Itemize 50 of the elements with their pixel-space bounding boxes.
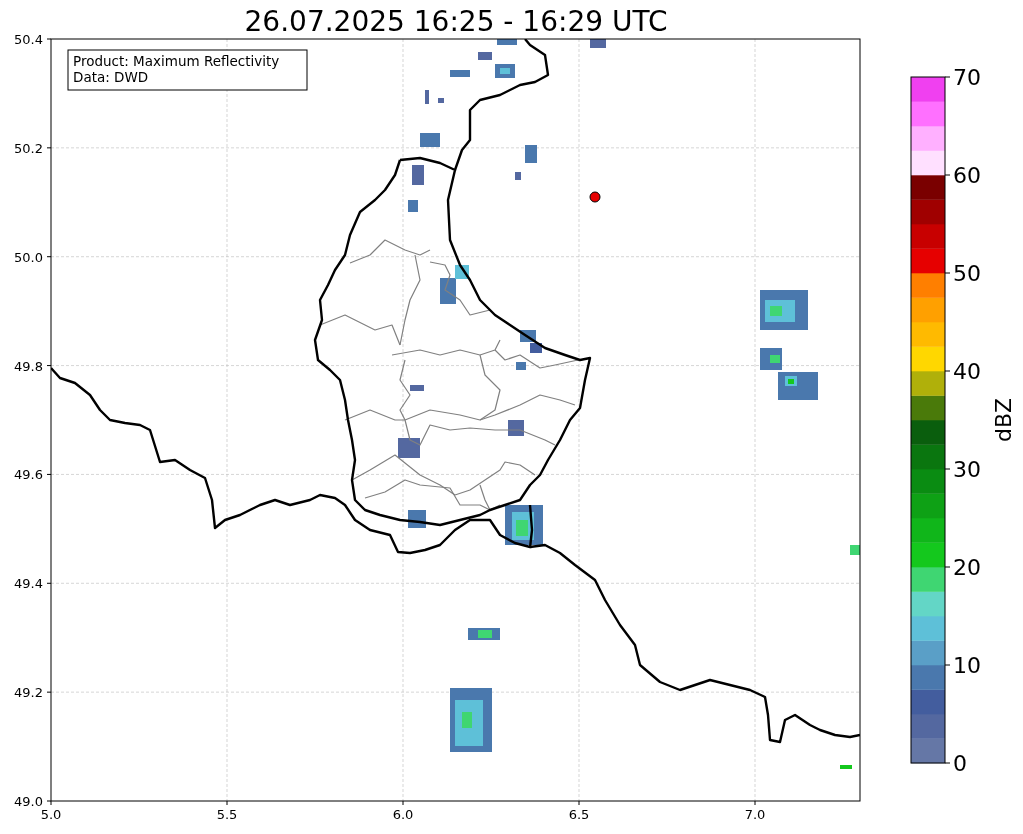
radar-echo (778, 372, 818, 400)
axis-tick-label: 50.2 (14, 140, 43, 156)
location-marker (589, 191, 601, 203)
axis-tick-label: 7.0 (744, 807, 766, 822)
info-text: Data: DWD (73, 69, 149, 85)
axis-tick-label: 6.5 (568, 807, 590, 822)
radar-echo (525, 145, 537, 163)
axis-tick-label: 50.4 (14, 32, 43, 47)
radar-echo (425, 90, 429, 104)
axis-tick-label: 49.2 (14, 685, 43, 701)
axis-tick-label: 6.0 (392, 807, 414, 822)
axis-tick-label: 5.5 (216, 807, 238, 822)
info-text: Product: Maximum Reflectivity (73, 53, 280, 69)
radar-echo (505, 505, 543, 545)
colorbar-tick-label: 60 (953, 163, 981, 188)
colorbar-tick-label: 10 (953, 653, 981, 678)
colorbar-tick-label: 70 (953, 65, 981, 90)
radar-echo (850, 545, 860, 555)
radar-echo (478, 52, 492, 60)
radar-echo (515, 172, 521, 180)
colorbar-tick-label: 40 (953, 359, 981, 384)
radar-echo (408, 200, 418, 212)
radar-echo (450, 688, 492, 752)
colorbar-label: dBZ (991, 397, 1016, 443)
radar-echo (590, 39, 606, 48)
radar-echo (410, 385, 424, 391)
axis-tick-label: 50.0 (14, 249, 43, 265)
radar-echo (398, 438, 420, 458)
axis-tick-label: 49.4 (14, 576, 43, 592)
colorbar-tick-label: 20 (953, 555, 981, 580)
colorbar-tick-label: 0 (953, 751, 967, 776)
radar-echo (760, 290, 808, 330)
axis-tick-label: 49.8 (14, 358, 43, 374)
radar-echo (760, 348, 782, 370)
axis-tick-label: 49.0 (14, 794, 43, 809)
radar-echo (450, 70, 470, 77)
colorbar-tick-label: 50 (953, 261, 981, 286)
axis-tick-label: 5.0 (40, 807, 62, 822)
radar-echo (516, 362, 526, 370)
radar-echo (840, 765, 852, 769)
axis-tick-label: 49.6 (14, 467, 43, 483)
radar-echo (420, 133, 440, 147)
radar-echo (495, 64, 515, 78)
colorbar-tick-label: 30 (953, 457, 981, 482)
radar-echo (497, 39, 517, 45)
radar-echo (412, 165, 424, 185)
radar-echo (468, 628, 500, 640)
radar-echo (530, 343, 542, 353)
radar-echo (438, 98, 444, 103)
chart-title: 26.07.2025 16:25 - 16:29 UTC (244, 5, 668, 38)
